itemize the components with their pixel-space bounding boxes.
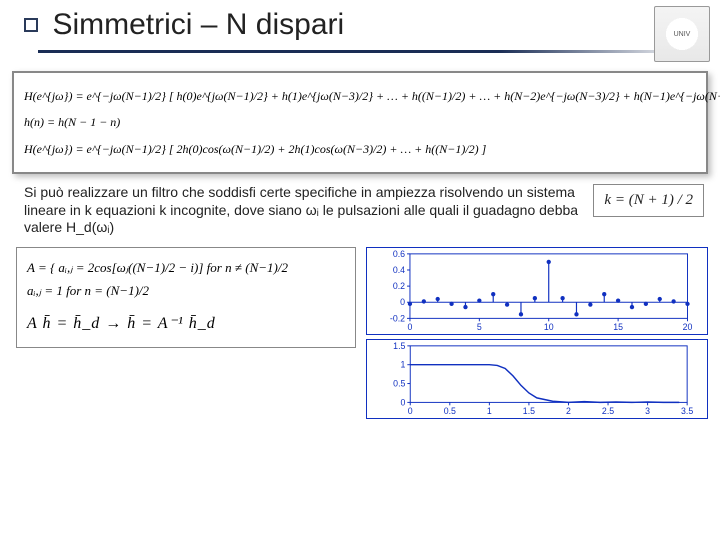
matrix-definition-box: A = { aᵢ,ⱼ = 2cos[ωⱼ((N−1)/2 − i)] for n… [16, 247, 356, 349]
svg-text:0.2: 0.2 [393, 281, 405, 291]
matrix-row-b: aᵢ,ⱼ = 1 for n = (N−1)/2 [27, 279, 345, 302]
matrix-row-a: A = { aᵢ,ⱼ = 2cos[ωⱼ((N−1)/2 − i)] for n… [27, 256, 345, 279]
svg-text:3.5: 3.5 [681, 406, 693, 416]
k-formula-box: k = (N + 1) / 2 [593, 184, 704, 217]
svg-text:0.5: 0.5 [393, 378, 405, 388]
svg-text:1: 1 [400, 359, 405, 369]
svg-text:15: 15 [613, 322, 623, 332]
equation-2: h(n) = h(N − 1 − n) [24, 109, 696, 135]
svg-text:0: 0 [400, 297, 405, 307]
title-bullet [24, 18, 38, 32]
svg-text:3: 3 [645, 406, 650, 416]
svg-text:0.5: 0.5 [444, 406, 456, 416]
title-underline [38, 50, 696, 53]
svg-text:5: 5 [477, 322, 482, 332]
svg-text:1.5: 1.5 [523, 406, 535, 416]
body-paragraph-row: Si può realizzare un filtro che soddisfi… [24, 184, 704, 237]
svg-text:1: 1 [487, 406, 492, 416]
logo-text: UNIV [674, 31, 691, 38]
svg-text:2: 2 [566, 406, 571, 416]
equation-1: H(e^{jω}) = e^{−jω(N−1)/2} [ h(0)e^{jω(N… [24, 83, 696, 109]
magnitude-response-chart: 0 0.5 1 1.5 0 0.5 1 1.5 2 2.5 3 3.5 [366, 339, 708, 419]
page-title: Simmetrici – N dispari [52, 8, 344, 42]
university-seal-icon: UNIV [654, 6, 710, 62]
chart-column: -0.200.20.40.605101520 00.511.500.511.52… [366, 247, 708, 419]
equation-box: H(e^{jω}) = e^{−jω(N−1)/2} [ h(0)e^{jω(N… [12, 71, 708, 174]
svg-text:0.4: 0.4 [393, 265, 405, 275]
svg-text:0.6: 0.6 [393, 248, 405, 258]
equation-3: H(e^{jω}) = e^{−jω(N−1)/2} [ 2h(0)cos(ω(… [24, 136, 696, 162]
svg-text:1.5: 1.5 [393, 340, 405, 350]
svg-text:20: 20 [683, 322, 693, 332]
svg-text:10: 10 [544, 322, 554, 332]
svg-text:-0.2: -0.2 [390, 313, 405, 323]
body-paragraph: Si può realizzare un filtro che soddisfi… [24, 184, 581, 237]
svg-text:0: 0 [408, 322, 413, 332]
matrix-solve: A h̄ = h̄_d → h̄ = A⁻¹ h̄_d [27, 310, 345, 339]
svg-text:0: 0 [408, 406, 413, 416]
svg-text:2.5: 2.5 [602, 406, 614, 416]
impulse-response-chart: -0.200.20.40.605101520 [366, 247, 708, 335]
svg-text:0: 0 [400, 397, 405, 407]
